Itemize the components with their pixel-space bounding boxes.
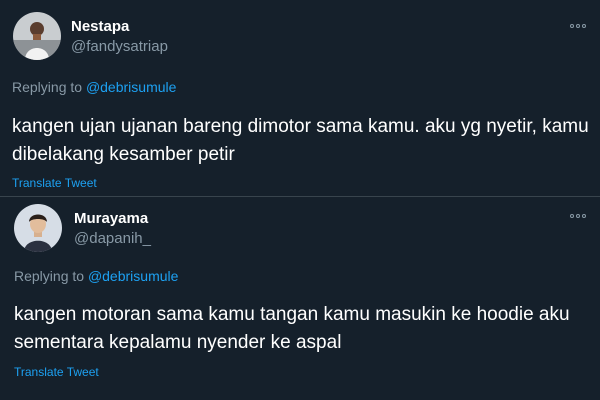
display-name[interactable]: Nestapa bbox=[71, 18, 129, 35]
replying-label: Replying to bbox=[14, 268, 88, 284]
avatar[interactable] bbox=[14, 204, 62, 252]
tweet-card[interactable]: Nestapa @fandysatriap Replying to @debri… bbox=[0, 0, 600, 196]
avatar-photo-icon bbox=[14, 204, 62, 252]
user-handle[interactable]: @fandysatriap bbox=[71, 38, 168, 55]
replying-to: Replying to @debrisumule bbox=[14, 268, 178, 284]
translate-tweet-link[interactable]: Translate Tweet bbox=[12, 176, 97, 190]
tweet-text: kangen motoran sama kamu tangan kamu mas… bbox=[14, 304, 570, 353]
more-options-icon[interactable] bbox=[570, 213, 586, 219]
replying-to: Replying to @debrisumule bbox=[12, 79, 176, 95]
reply-mention-link[interactable]: @debrisumule bbox=[88, 268, 178, 284]
replying-label: Replying to bbox=[12, 79, 86, 95]
tweet-divider bbox=[0, 196, 600, 197]
tweet-card[interactable]: Murayama @dapanih_ Replying to @debrisum… bbox=[0, 198, 600, 400]
tweet-text: kangen ujan ujanan bareng dimotor sama k… bbox=[12, 116, 589, 165]
reply-mention-link[interactable]: @debrisumule bbox=[86, 79, 176, 95]
user-handle[interactable]: @dapanih_ bbox=[74, 230, 151, 247]
more-options-icon[interactable] bbox=[570, 23, 586, 29]
avatar-photo-icon bbox=[13, 12, 61, 60]
display-name[interactable]: Murayama bbox=[74, 210, 148, 227]
translate-tweet-link[interactable]: Translate Tweet bbox=[14, 365, 99, 379]
avatar[interactable] bbox=[13, 12, 61, 60]
